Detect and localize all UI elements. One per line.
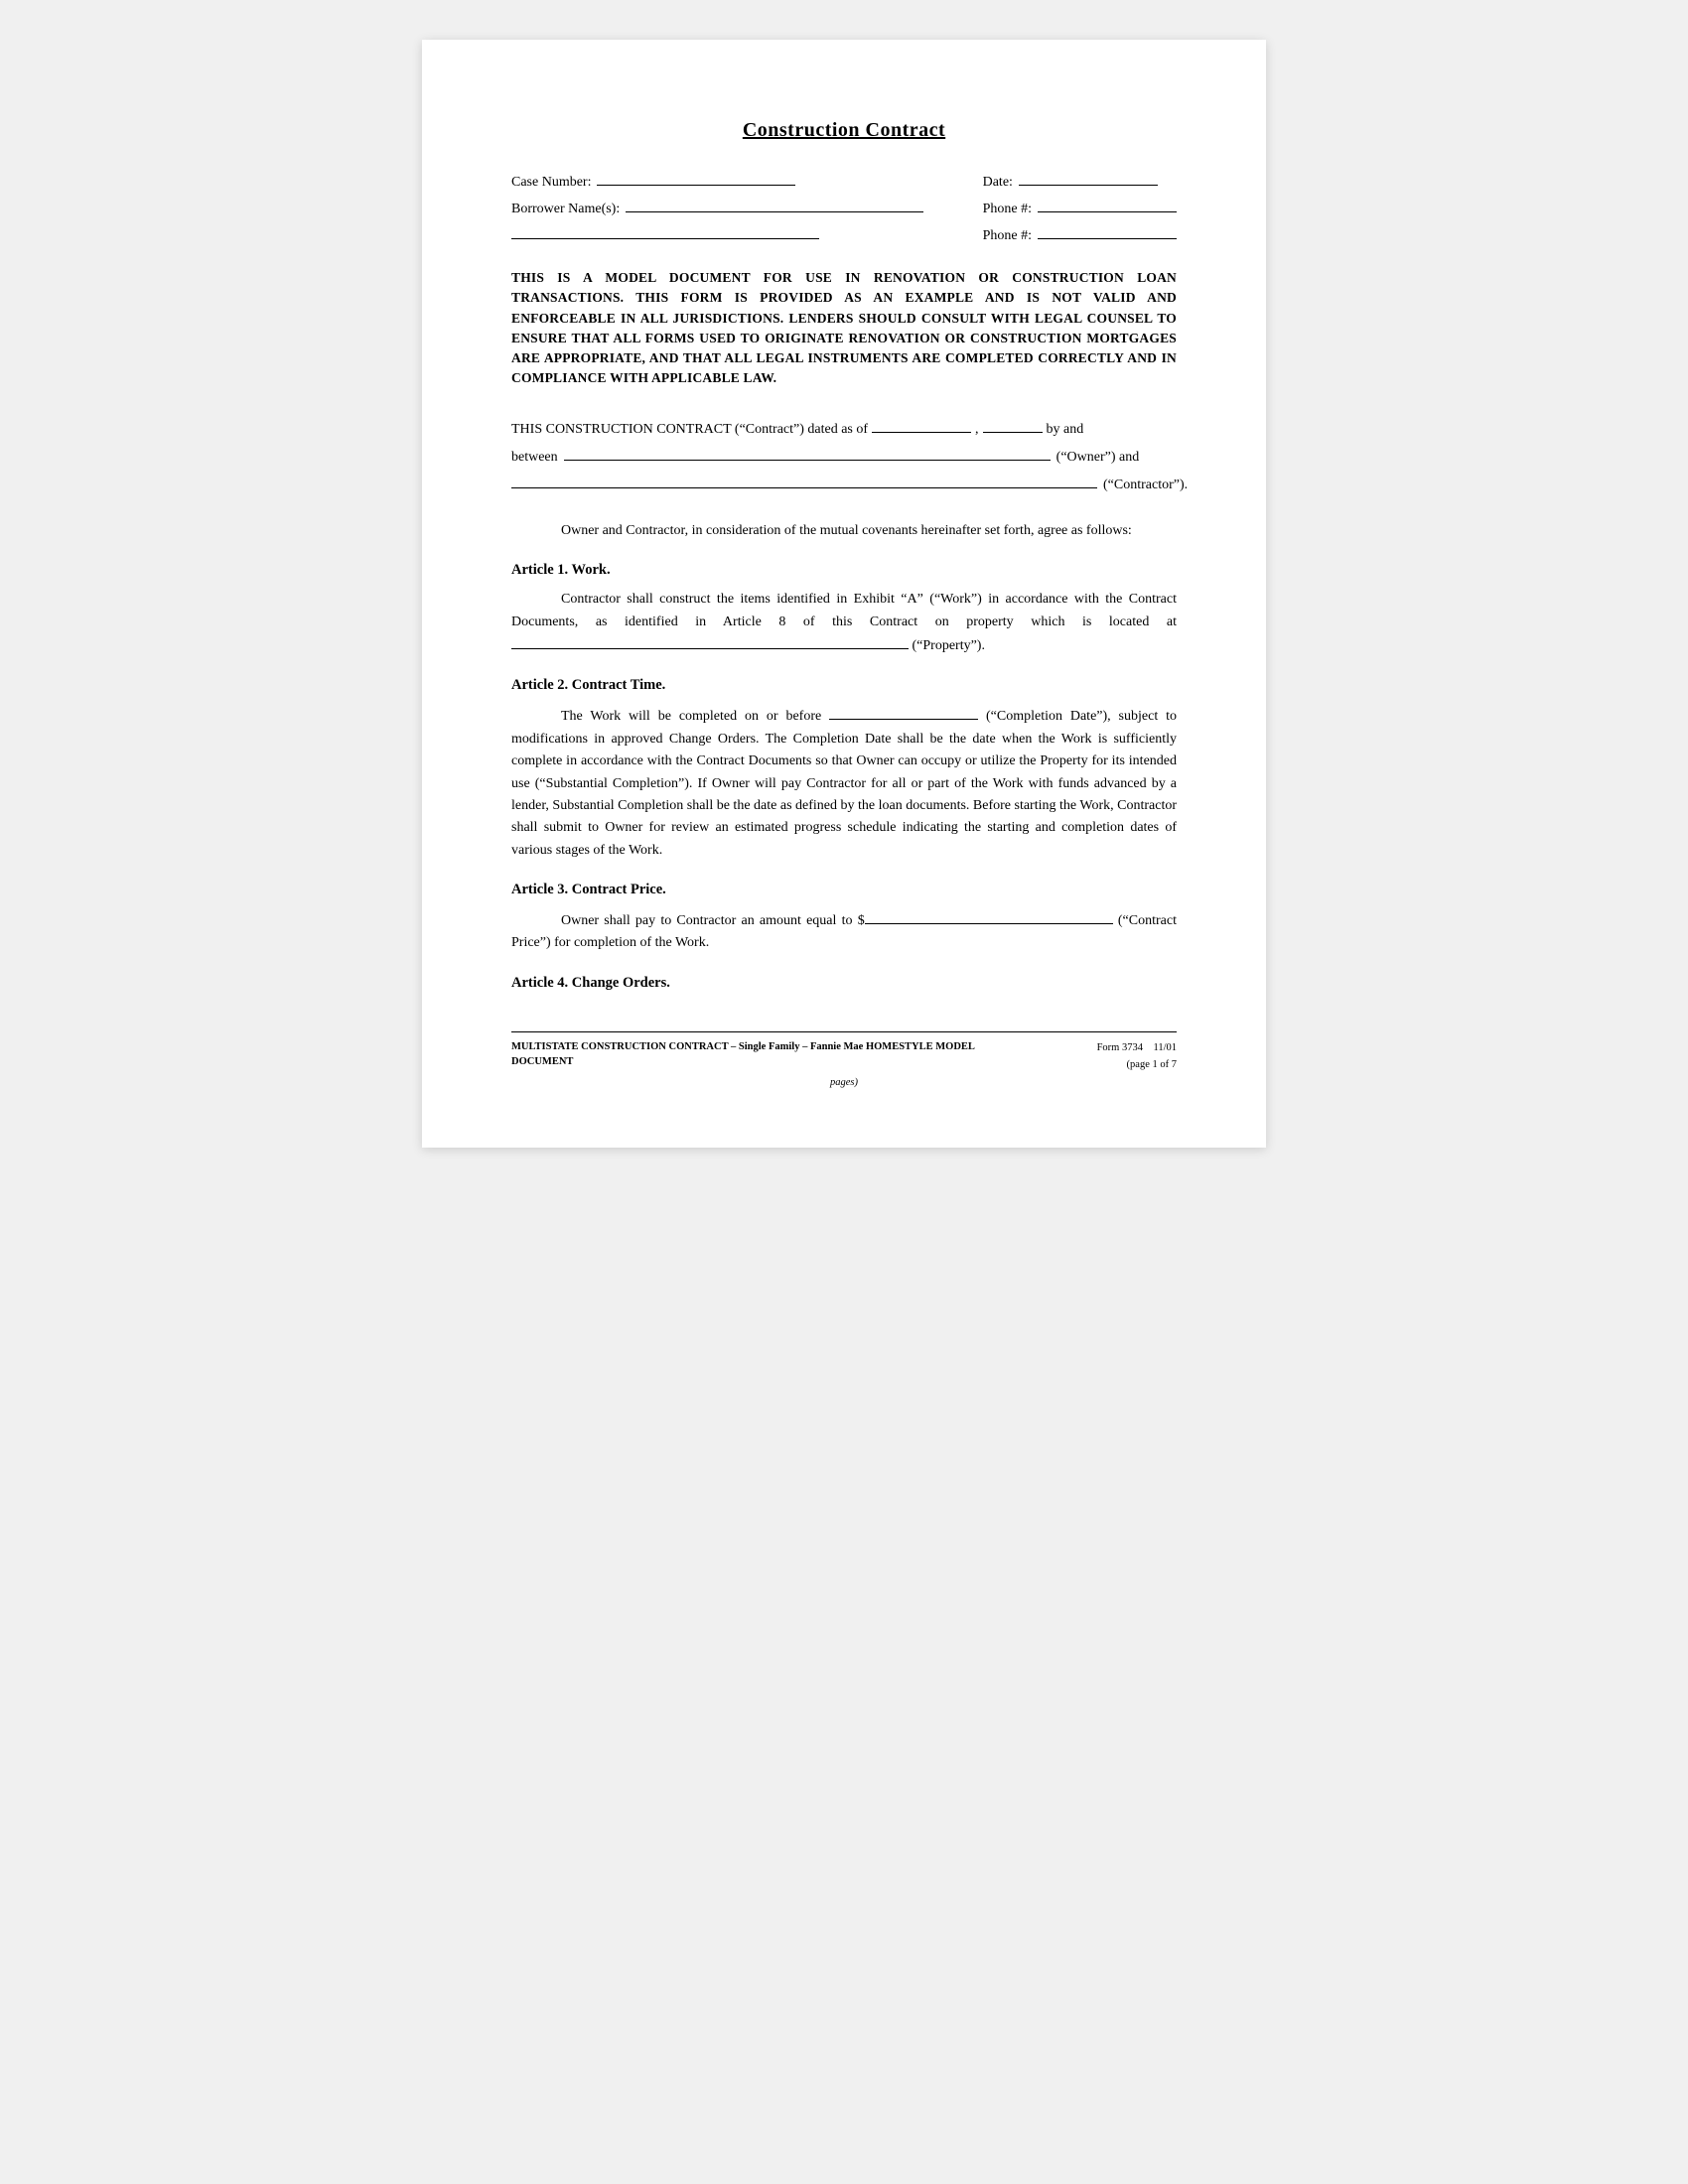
- header-left: Case Number: Borrower Name(s):: [511, 170, 923, 244]
- footer-page-info: (page 1 of 7: [1097, 1057, 1177, 1074]
- article2-title: Article 2. Contract Time.: [511, 677, 1177, 694]
- footer-form-date: Form 3734 11/01: [1097, 1040, 1177, 1057]
- document-page: Construction Contract Case Number: Borro…: [422, 40, 1266, 1148]
- article4-title: Article 4. Change Orders.: [511, 975, 1177, 992]
- intro-between-row: between (“Owner”) and: [511, 445, 1177, 469]
- footer-form-date-val: 11/01: [1153, 1042, 1177, 1053]
- article1-title: Article 1. Work.: [511, 562, 1177, 579]
- article1-body: Contractor shall construct the items ide…: [511, 589, 1177, 657]
- footer-left-text: MULTISTATE CONSTRUCTION CONTRACT – Singl…: [511, 1040, 1008, 1069]
- intro-line1: THIS CONSTRUCTION CONTRACT (“Contract”) …: [511, 417, 1177, 441]
- year-field[interactable]: [983, 417, 1043, 433]
- footer-pages-label: pages): [830, 1077, 858, 1088]
- article3-block: Article 3. Contract Price. Owner shall p…: [511, 882, 1177, 955]
- article3-body: Owner shall pay to Contractor an amount …: [511, 908, 1177, 955]
- case-number-row: Case Number:: [511, 170, 923, 191]
- footer-multistate-label: MULTISTATE CONSTRUCTION CONTRACT – Singl…: [511, 1041, 974, 1067]
- article2-body: The Work will be completed on or before …: [511, 704, 1177, 862]
- footer-page-info-text: (page 1 of 7: [1127, 1059, 1177, 1070]
- header-fields: Case Number: Borrower Name(s): Date: Pho…: [511, 170, 1177, 244]
- phone2-row: Phone #:: [983, 223, 1177, 244]
- contractor-label: (“Contractor”).: [1103, 474, 1188, 496]
- borrower-name-row: Borrower Name(s):: [511, 197, 923, 217]
- document-title: Construction Contract: [511, 119, 1177, 142]
- article3-title: Article 3. Contract Price.: [511, 882, 1177, 898]
- owner-name-field[interactable]: [564, 445, 1051, 461]
- comma: ,: [975, 418, 979, 441]
- borrower-name-field[interactable]: [626, 197, 923, 212]
- between-label: between: [511, 446, 558, 469]
- property-address-field[interactable]: [511, 633, 909, 649]
- intro-line1-start: THIS CONSTRUCTION CONTRACT (“Contract”) …: [511, 418, 868, 441]
- date-field[interactable]: [1019, 170, 1158, 186]
- footer-form-label: Form 3734: [1097, 1042, 1143, 1053]
- footer-pages-text: pages): [511, 1077, 1177, 1088]
- phone2-label: Phone #:: [983, 228, 1032, 244]
- date-label: Date:: [983, 175, 1013, 191]
- preamble-text: Owner and Contractor, in consideration o…: [511, 520, 1177, 542]
- borrower-name-label: Borrower Name(s):: [511, 202, 620, 217]
- date-row: Date:: [983, 170, 1177, 191]
- article2-block: Article 2. Contract Time. The Work will …: [511, 677, 1177, 862]
- contractor-name-field[interactable]: [511, 473, 1097, 488]
- intro-contractor-row: (“Contractor”).: [511, 473, 1177, 496]
- owner-label: (“Owner”) and: [1056, 446, 1140, 469]
- case-number-label: Case Number:: [511, 175, 591, 191]
- contract-price-field[interactable]: [865, 908, 1113, 924]
- document-footer: MULTISTATE CONSTRUCTION CONTRACT – Singl…: [511, 1031, 1177, 1074]
- header-right: Date: Phone #: Phone #:: [983, 170, 1177, 244]
- disclaimer-block: THIS IS A MODEL DOCUMENT FOR USE IN RENO…: [511, 268, 1177, 389]
- footer-right-info: Form 3734 11/01 (page 1 of 7: [1097, 1040, 1177, 1074]
- borrower-name-extra-row: [511, 223, 923, 239]
- contract-intro-block: THIS CONSTRUCTION CONTRACT (“Contract”) …: [511, 417, 1177, 496]
- phone1-label: Phone #:: [983, 202, 1032, 217]
- borrower-name-extra-field[interactable]: [511, 223, 819, 239]
- completion-date-field[interactable]: [829, 704, 978, 720]
- article4-block: Article 4. Change Orders.: [511, 975, 1177, 992]
- case-number-field[interactable]: [597, 170, 795, 186]
- phone1-field[interactable]: [1038, 197, 1177, 212]
- article1-block: Article 1. Work. Contractor shall constr…: [511, 562, 1177, 657]
- date-of-field[interactable]: [872, 417, 971, 433]
- preamble-block: Owner and Contractor, in consideration o…: [511, 520, 1177, 542]
- by-and: by and: [1047, 418, 1084, 441]
- phone2-field[interactable]: [1038, 223, 1177, 239]
- phone1-row: Phone #:: [983, 197, 1177, 217]
